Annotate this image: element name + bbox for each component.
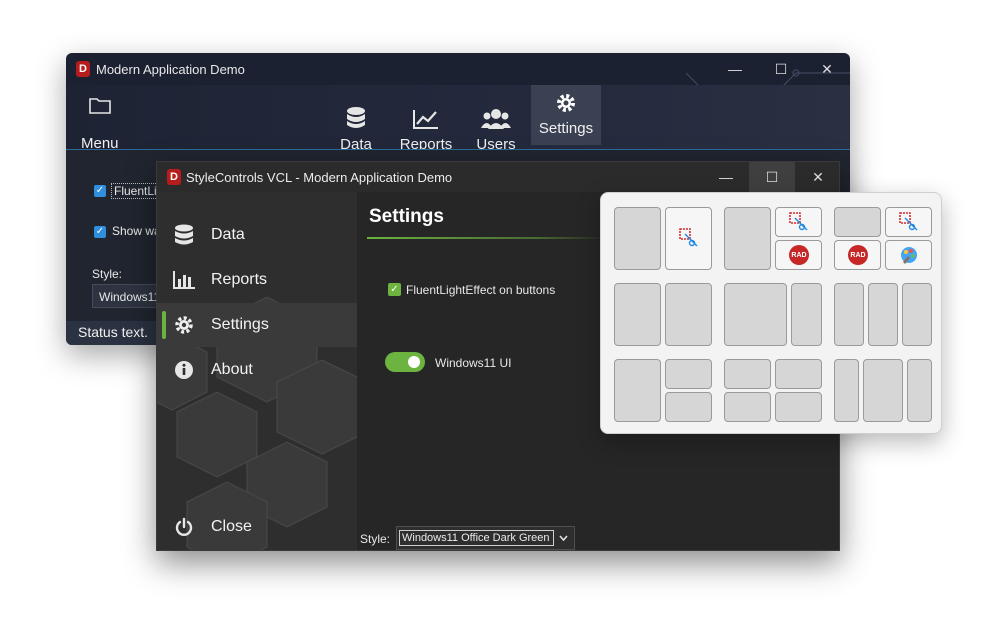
snap-tile-rad[interactable]: RAD	[834, 240, 881, 270]
snap-tile[interactable]	[834, 207, 881, 237]
style-label-back: Style:	[92, 267, 123, 281]
power-icon	[175, 517, 193, 536]
toggle-knob	[408, 356, 420, 368]
users-icon	[481, 109, 511, 129]
snap-tile[interactable]	[724, 392, 771, 422]
sidebar-item-data[interactable]: Data	[157, 213, 357, 257]
toolbar-settings-label: Settings	[538, 120, 594, 137]
sidebar-item-about[interactable]: About	[157, 348, 357, 392]
snap-tile[interactable]	[665, 392, 712, 422]
sidebar-item-label: Settings	[211, 316, 269, 333]
toolbar-reports-button[interactable]: Reports	[398, 93, 454, 153]
sidebar-close-label: Close	[211, 518, 252, 535]
snap-tile[interactable]	[775, 392, 822, 422]
snap-tile-rad[interactable]: RAD	[775, 240, 822, 270]
rad-studio-icon: RAD	[789, 245, 809, 265]
close-button[interactable]: ✕	[804, 53, 850, 85]
info-icon	[175, 361, 193, 379]
windows11-toggle-label: Windows11 UI	[435, 356, 512, 370]
snap-layout-popup: RAD RAD	[600, 192, 942, 434]
gear-icon	[557, 94, 575, 112]
app-logo: D	[76, 61, 90, 77]
sidebar-item-label: About	[211, 361, 253, 378]
front-window-title: StyleControls VCL - Modern Application D…	[186, 170, 453, 185]
snap-tile[interactable]	[614, 207, 661, 270]
app-logo: D	[167, 169, 181, 185]
minimize-button[interactable]: —	[712, 53, 758, 85]
snap-tile[interactable]	[863, 359, 903, 422]
snap-tile[interactable]	[665, 359, 712, 389]
snap-tile-snipping[interactable]	[665, 207, 712, 270]
maximize-button[interactable]: ☐	[758, 53, 804, 85]
fluent-checkbox-label: FluentLightEffect on buttons	[406, 283, 556, 297]
paint-icon	[901, 247, 917, 264]
sidebar-item-reports[interactable]: Reports	[157, 258, 357, 302]
chart-line-icon	[413, 110, 438, 129]
chevron-down-icon	[559, 535, 568, 542]
show-checkbox-back[interactable]: ✓	[94, 226, 106, 238]
snap-tile[interactable]	[902, 283, 932, 346]
sidebar-item-settings[interactable]: Settings	[157, 303, 357, 347]
bar-chart-icon	[173, 271, 195, 289]
snap-tile[interactable]	[614, 359, 661, 422]
snap-tile[interactable]	[868, 283, 898, 346]
show-checkbox-back-label: Show wa	[112, 224, 161, 238]
snap-tile[interactable]	[834, 283, 864, 346]
title-underline	[367, 237, 607, 239]
menu-button[interactable]: Menu	[78, 93, 122, 157]
snap-tile-snipping[interactable]	[885, 207, 932, 237]
snap-tile-paint[interactable]	[885, 240, 932, 270]
snap-tile[interactable]	[775, 359, 822, 389]
snap-tile[interactable]	[907, 359, 932, 422]
page-title: Settings	[369, 206, 444, 227]
front-titlebar[interactable]: D StyleControls VCL - Modern Application…	[157, 162, 839, 192]
snap-tile[interactable]	[791, 283, 822, 346]
fluent-checkbox[interactable]: ✓	[388, 283, 401, 296]
sidebar: Data Reports Settings About Close	[157, 192, 357, 550]
database-icon	[347, 107, 365, 128]
folder-icon	[89, 98, 111, 114]
style-select[interactable]: Windows11 Office Dark Green	[396, 526, 575, 550]
style-select-value: Windows11 Office Dark Green	[399, 530, 554, 546]
minimize-button[interactable]: —	[703, 162, 749, 192]
snipping-tool-icon	[679, 228, 698, 247]
snap-tile[interactable]	[834, 359, 859, 422]
toolbar-settings-button[interactable]: Settings	[531, 85, 601, 145]
snipping-tool-icon	[899, 212, 918, 231]
style-label: Style:	[360, 532, 391, 546]
sidebar-close-button[interactable]: Close	[157, 505, 357, 549]
snap-tile[interactable]	[724, 283, 787, 346]
gear-icon	[175, 316, 193, 334]
back-titlebar[interactable]: D Modern Application Demo — ☐ ✕	[66, 53, 850, 85]
snap-tile[interactable]	[614, 283, 661, 346]
snap-tile[interactable]	[724, 207, 771, 270]
fluent-checkbox-back[interactable]: ✓	[94, 185, 106, 197]
maximize-button[interactable]: ☐	[749, 162, 795, 192]
sidebar-item-label: Reports	[211, 271, 268, 288]
windows11-toggle[interactable]	[385, 352, 425, 372]
close-button[interactable]: ✕	[795, 162, 839, 192]
back-window-title: Modern Application Demo	[96, 62, 245, 77]
sidebar-item-label: Data	[211, 226, 245, 243]
snipping-tool-icon	[789, 212, 808, 231]
rad-studio-icon: RAD	[848, 245, 868, 265]
toolbar-users-button[interactable]: Users	[472, 93, 520, 153]
snap-tile[interactable]	[665, 283, 712, 346]
snap-tile[interactable]	[724, 359, 771, 389]
toolbar-data-button[interactable]: Data	[334, 93, 378, 153]
snap-tile-snipping[interactable]	[775, 207, 822, 237]
database-icon	[175, 224, 193, 245]
selected-indicator	[162, 311, 166, 339]
